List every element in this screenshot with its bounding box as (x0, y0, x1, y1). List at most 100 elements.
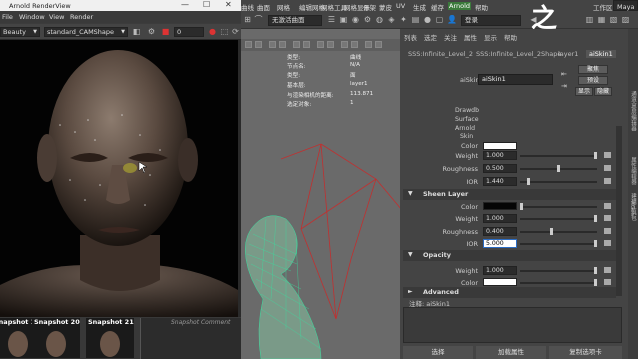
arnold-render-icon[interactable]: ◈ (387, 15, 396, 24)
input-connection-icon[interactable]: ⇤ (561, 70, 567, 78)
user-icon[interactable]: 👤 (447, 15, 457, 24)
tab-channel-box[interactable]: 通道盒/层编辑器 (629, 91, 637, 131)
crop-region-icon[interactable]: ⬚ (220, 27, 229, 36)
textured-icon[interactable] (293, 41, 300, 48)
view-select-icon[interactable] (245, 41, 252, 48)
workspace-select[interactable]: Maya 经典* (613, 0, 638, 20)
history-icon[interactable]: ☰ (327, 15, 336, 24)
slider-handle[interactable] (527, 178, 530, 185)
output-connection-icon[interactable]: ⇥ (561, 82, 567, 90)
opacity-weight-field[interactable]: 1.000 (483, 266, 517, 275)
menu-render[interactable]: Render (70, 13, 93, 21)
ae-menu-focus[interactable]: 关注 (444, 32, 457, 42)
opacity-weight-slider[interactable] (520, 267, 597, 274)
node-name-field[interactable]: aiSkin1 (478, 74, 553, 85)
channels-icon[interactable]: ◧ (132, 27, 141, 36)
viewport-panel[interactable] (241, 29, 400, 359)
render-icon[interactable]: ▣ (339, 15, 348, 24)
color-swatch[interactable] (483, 278, 517, 286)
ae-menu-show[interactable]: 显示 (484, 32, 497, 42)
slider-handle[interactable] (550, 228, 553, 235)
settings-icon[interactable]: ⚙ (147, 27, 156, 36)
sheen-weight-slider[interactable] (520, 215, 597, 222)
live-surface-field[interactable]: 无激活曲面 (268, 15, 322, 26)
map-button[interactable] (604, 203, 611, 209)
shadows-icon[interactable] (317, 41, 324, 48)
advanced-section[interactable]: ► Advanced (403, 287, 616, 298)
menu-skin[interactable]: 蒙皮 (379, 2, 392, 12)
opacity-color-slider[interactable] (520, 279, 597, 286)
map-button[interactable] (604, 165, 611, 171)
ior-slider[interactable] (520, 178, 597, 185)
show-button[interactable]: 显示 (575, 87, 593, 96)
camera-select[interactable]: standard_CAMShape ▼ (44, 27, 128, 37)
camera-icon[interactable] (255, 41, 262, 48)
minimize-button[interactable]: — (181, 0, 189, 9)
sheen-ior-field[interactable]: 5.000 (483, 239, 517, 248)
sheen-weight-field[interactable]: 1.000 (483, 214, 517, 223)
color-swatch[interactable] (483, 202, 517, 210)
hide-button[interactable]: 隐藏 (594, 87, 612, 96)
map-button[interactable] (604, 215, 611, 221)
sheen-ior-slider[interactable] (520, 240, 597, 247)
focus-button[interactable]: 聚焦 (578, 65, 608, 74)
roughness-slider[interactable] (520, 165, 597, 172)
ae-scrollbar[interactable] (616, 126, 622, 296)
slider-handle[interactable] (594, 279, 597, 286)
panel-toggle-icon[interactable]: ▥ (585, 15, 594, 24)
close-button[interactable]: ✕ (225, 0, 232, 9)
xray-icon[interactable] (327, 41, 334, 48)
menu-generate[interactable]: 生成 (413, 2, 426, 12)
load-attributes-button[interactable]: 加载属性 (476, 346, 546, 359)
map-button[interactable] (604, 152, 611, 158)
weight-slider[interactable] (520, 152, 597, 159)
node-tab-layer[interactable]: layer1 (558, 50, 578, 58)
lights-icon[interactable] (303, 41, 310, 48)
menu-surfaces[interactable]: 曲面 (257, 2, 270, 12)
exposure-field[interactable]: 0 (174, 27, 204, 37)
sheen-roughness-slider[interactable] (520, 228, 597, 235)
stop-render-icon[interactable]: ■ (161, 27, 170, 36)
menu-mesh[interactable]: 网格 (277, 2, 290, 12)
copy-tab-button[interactable]: 复制选项卡 (549, 346, 622, 359)
tab-attribute-editor[interactable]: 属性编辑器 (629, 157, 637, 185)
menu-view[interactable]: View (49, 13, 64, 21)
render-image[interactable] (0, 40, 238, 317)
isolate-icon[interactable] (341, 41, 348, 48)
maximize-button[interactable]: ☐ (203, 0, 210, 9)
slider-handle[interactable] (557, 165, 560, 172)
snapshot-thumb[interactable]: Snapshot 20 (32, 318, 80, 358)
ae-menu-selected[interactable]: 选定 (424, 32, 437, 42)
node-tab-shape[interactable]: SSS:Infinite_Level_2Shape (476, 50, 561, 58)
map-button[interactable] (604, 228, 611, 234)
light-icon[interactable]: ✦ (399, 15, 408, 24)
slider-handle[interactable] (594, 240, 597, 247)
ae-menu-attributes[interactable]: 属性 (464, 32, 477, 42)
map-button[interactable] (604, 240, 611, 246)
smooth-shade-icon[interactable] (279, 41, 286, 48)
sheen-layer-section[interactable]: ▼ Sheen Layer (403, 189, 616, 200)
film-gate-icon[interactable] (375, 41, 382, 48)
grid-icon[interactable] (351, 41, 358, 48)
slider-handle[interactable] (520, 203, 523, 210)
ior-field[interactable]: 1.440 (483, 177, 517, 186)
menu-window[interactable]: Window (19, 13, 45, 21)
tab-xgen[interactable]: XGen (629, 201, 635, 216)
menu-help[interactable]: 帮助 (475, 2, 488, 12)
wireframe-icon[interactable] (269, 41, 276, 48)
node-tab-aiskin[interactable]: aiSkin1 (586, 50, 616, 58)
color-slider[interactable] (520, 203, 597, 210)
menu-arnold[interactable]: Arnold (448, 2, 472, 10)
ae-menu-list[interactable]: 列表 (404, 32, 417, 42)
select-button[interactable]: 选择 (403, 346, 473, 359)
tool-settings-icon[interactable]: ▨ (621, 15, 630, 24)
menu-curves[interactable]: 曲线 (241, 2, 254, 12)
menu-skeleton[interactable]: 骨架 (363, 2, 376, 12)
snap-grid-icon[interactable]: ⊞ (243, 15, 252, 24)
render-settings-icon[interactable]: ⚙ (363, 15, 372, 24)
refresh-icon[interactable]: ⟳ (231, 27, 240, 36)
presets-button[interactable]: 预设 (578, 76, 608, 85)
ipr-icon[interactable]: ◉ (351, 15, 360, 24)
map-button[interactable] (604, 279, 611, 285)
roughness-field[interactable]: 0.500 (483, 164, 517, 173)
